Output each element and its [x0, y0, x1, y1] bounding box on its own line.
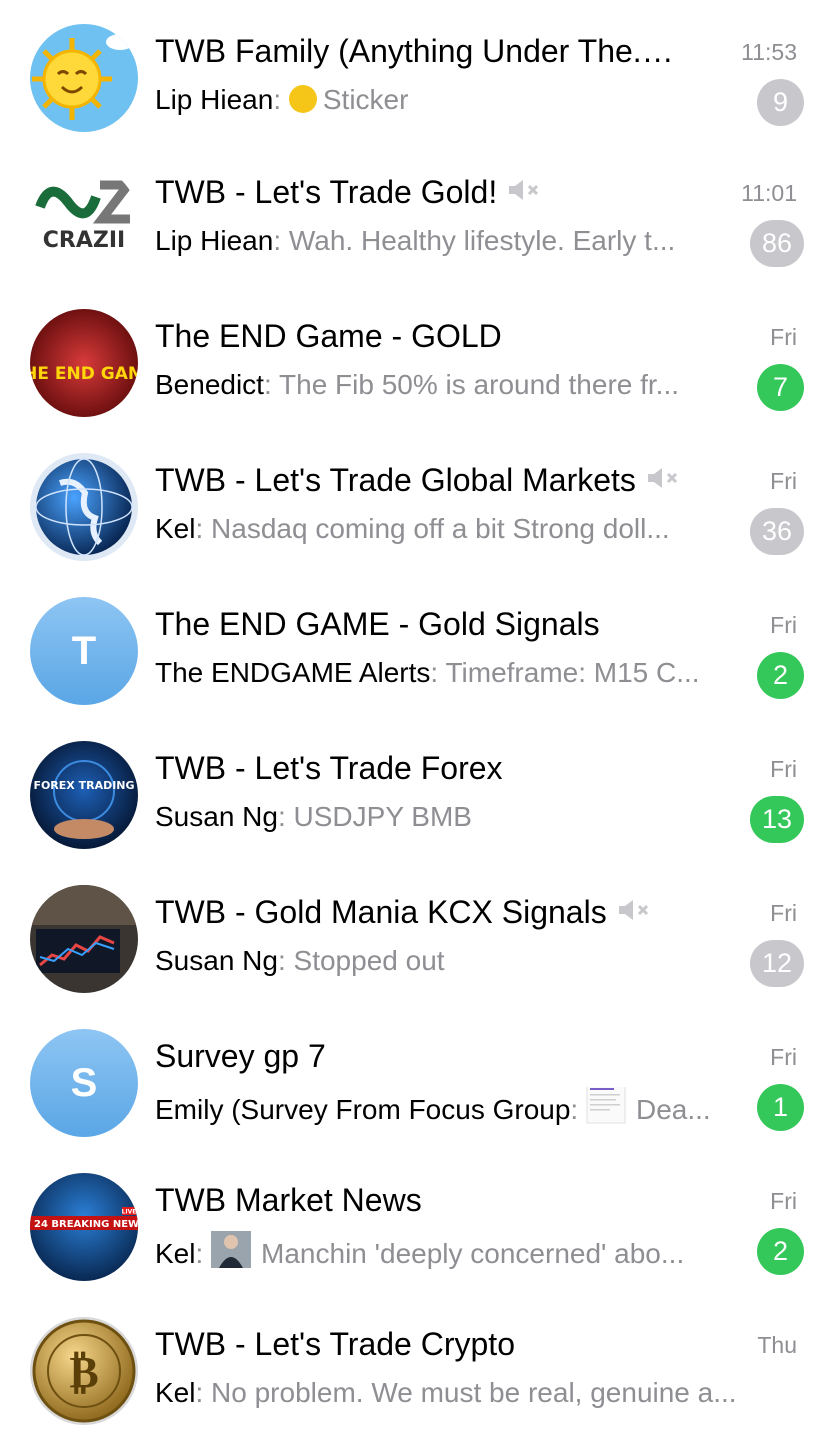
unread-badge: 1	[757, 1084, 804, 1131]
chat-title: TWB - Let's Trade Crypto	[155, 1326, 515, 1362]
unread-badge: 13	[749, 796, 804, 843]
chat-row[interactable]: TWB - Let's Trade Global Markets Fri Kel…	[0, 429, 834, 573]
chat-row[interactable]: TWB Family (Anything Under The... 11:53 …	[0, 0, 834, 141]
chat-title: TWB - Let's Trade Forex	[155, 750, 503, 786]
chat-sender: Kel	[155, 513, 196, 544]
unread-badge: 2	[757, 1228, 804, 1275]
chat-time: 11:01	[741, 180, 797, 206]
chat-preview: Susan Ng: Stopped out	[155, 945, 445, 976]
chat-preview: Emily (Survey From Focus Group: Dea...	[155, 1087, 747, 1136]
chat-time: Fri	[770, 900, 797, 926]
chat-sender: Kel	[155, 1377, 196, 1408]
globe-avatar	[30, 453, 138, 561]
chat-sender: Emily (Survey From Focus Group	[155, 1093, 571, 1125]
avatar-initial: T	[30, 597, 138, 705]
chat-list: TWB Family (Anything Under The... 11:53 …	[0, 0, 834, 1437]
chat-preview: The ENDGAME Alerts: Timeframe: M15 C...	[155, 657, 700, 688]
chat-sender: Benedict	[155, 369, 264, 400]
chat-sender: Susan Ng	[155, 945, 278, 976]
chat-preview: Lip Hiean: Wah. Healthy lifestyle. Early…	[155, 225, 676, 256]
chat-title: TWB - Gold Mania KCX Signals	[155, 893, 715, 934]
muted-speaker-icon	[507, 173, 543, 210]
chat-time: Fri	[770, 756, 797, 782]
crazii-logo-avatar: CRAZII	[30, 165, 138, 273]
chat-time: Fri	[770, 1044, 797, 1070]
sun-avatar	[30, 24, 138, 132]
chat-row[interactable]: FOREX TRADING TWB - Let's Trade Forex Fr…	[0, 717, 834, 861]
forex-avatar: FOREX TRADING	[30, 741, 138, 849]
unread-badge: 9	[757, 79, 804, 126]
chat-sender: Lip Hiean	[155, 225, 274, 256]
wink-emoji-icon	[288, 84, 317, 113]
chat-time: 11:53	[741, 39, 797, 65]
avatar-initial: S	[30, 1029, 138, 1137]
chat-time: Fri	[770, 612, 797, 638]
breaking-news-avatar: 24 BREAKING NEWS LIVE	[30, 1173, 138, 1281]
chat-time: Fri	[770, 1188, 797, 1214]
svg-text:₿: ₿	[69, 1347, 98, 1398]
chat-sender: Lip Hiean	[155, 84, 274, 115]
chat-time: Thu	[757, 1332, 797, 1358]
letter-avatar: T	[30, 597, 138, 705]
chat-title: TWB Family (Anything Under The...	[155, 32, 675, 73]
chat-time: Fri	[770, 324, 797, 350]
unread-badge: 7	[757, 364, 804, 411]
chat-title: TWB - Let's Trade Global Markets	[155, 461, 755, 502]
chat-title: TWB - Let's Trade Gold!	[155, 173, 735, 214]
chat-title: The END GAME - Gold Signals	[155, 606, 600, 642]
muted-speaker-icon	[617, 893, 653, 930]
chat-row[interactable]: TWB - Gold Mania KCX Signals Fri Susan N…	[0, 861, 834, 1005]
breaking-news-text: 24 BREAKING NEWS	[34, 1219, 138, 1230]
end-game-text: THE END GAME	[30, 364, 138, 384]
document-thumbnail-icon	[586, 1087, 626, 1133]
muted-speaker-icon	[646, 461, 682, 498]
chat-row[interactable]: T The END GAME - Gold Signals Fri The EN…	[0, 573, 834, 717]
unread-badge: 86	[749, 220, 804, 267]
chat-preview: Kel: No problem. We must be real, genuin…	[155, 1377, 737, 1408]
chat-preview: Lip Hiean: Sticker	[155, 84, 409, 115]
chat-sender: Kel	[155, 1237, 196, 1269]
chat-sender: Susan Ng	[155, 801, 278, 832]
chat-title: Survey gp 7	[155, 1038, 326, 1074]
chat-title: TWB Market News	[155, 1182, 422, 1218]
trading-desk-avatar	[30, 885, 138, 993]
chat-row[interactable]: ₿ TWB - Let's Trade Crypto Thu Kel: No p…	[0, 1293, 834, 1437]
chat-preview: Kel: Nasdaq coming off a bit Strong doll…	[155, 513, 670, 544]
unread-badge: 12	[749, 940, 804, 987]
chat-sender: The ENDGAME Alerts	[155, 657, 431, 688]
letter-avatar: S	[30, 1029, 138, 1137]
chat-preview: Benedict: The Fib 50% is around there fr…	[155, 369, 680, 400]
photo-thumbnail-icon	[211, 1231, 252, 1277]
chat-title: The END Game - GOLD	[155, 318, 502, 354]
chat-preview: Susan Ng: USDJPY BMB	[155, 801, 472, 832]
bitcoin-avatar: ₿	[30, 1317, 138, 1425]
chat-row[interactable]: 24 BREAKING NEWS LIVE TWB Market News Fr…	[0, 1149, 834, 1293]
chat-preview: Kel: Manchin 'deeply concerned' abo...	[155, 1231, 735, 1280]
chat-row[interactable]: S Survey gp 7 Fri Emily (Survey From Foc…	[0, 1005, 834, 1149]
chat-row[interactable]: CRAZII TWB - Let's Trade Gold! 11:01 Lip…	[0, 141, 834, 285]
crazii-logo-text: CRAZII	[43, 228, 125, 253]
end-game-avatar: THE END GAME	[30, 309, 138, 417]
chat-row[interactable]: THE END GAME The END Game - GOLD Fri Ben…	[0, 285, 834, 429]
unread-badge: 2	[757, 652, 804, 699]
unread-badge: 36	[749, 508, 804, 555]
chat-time: Fri	[770, 468, 797, 494]
live-text: LIVE	[122, 1209, 137, 1216]
forex-text: FOREX TRADING	[33, 779, 134, 792]
